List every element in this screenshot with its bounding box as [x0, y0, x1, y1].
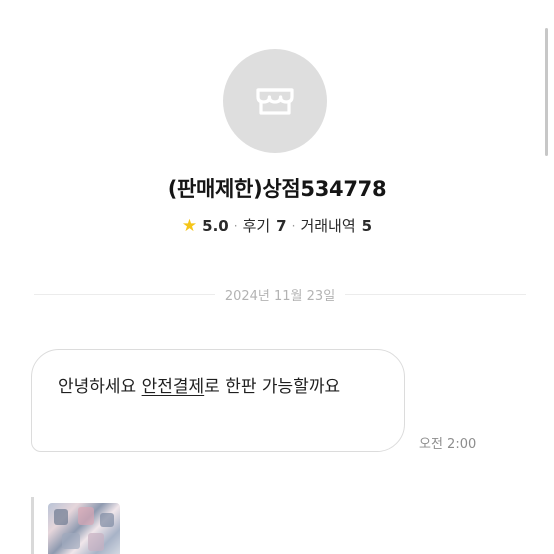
shop-avatar[interactable] [223, 49, 327, 153]
date-divider: 2024년 11월 23일 [34, 285, 527, 304]
message-text: 안녕하세요 [58, 377, 142, 397]
divider-line [34, 294, 215, 295]
shop-stats: ★ 5.0 · 후기 7 · 거래내역 5 [0, 215, 554, 236]
rating-value: 5.0 [202, 216, 229, 235]
message-text: 로 한판 가능할까요 [204, 377, 341, 397]
scrollbar[interactable] [545, 28, 548, 156]
quote-bar [31, 497, 34, 554]
star-icon: ★ [181, 215, 198, 236]
divider-line [345, 294, 527, 295]
safe-payment-link[interactable]: 안전결제 [142, 377, 205, 397]
message-bubble: 안녕하세요 안전결제로 한판 가능할까요 [31, 349, 405, 452]
shop-name: (판매제한)상점534778 [167, 177, 387, 201]
trades-label[interactable]: 거래내역 [300, 215, 355, 236]
reviews-count[interactable]: 7 [276, 217, 286, 235]
separator-dot: · [233, 218, 238, 233]
message-time: 오전 2:00 [419, 437, 477, 452]
storefront-icon [252, 76, 298, 126]
product-thumbnail[interactable] [48, 503, 120, 554]
trades-count[interactable]: 5 [362, 217, 372, 235]
date-label: 2024년 11월 23일 [224, 289, 336, 304]
separator-dot: · [291, 218, 296, 233]
reviews-label[interactable]: 후기 [243, 215, 271, 236]
